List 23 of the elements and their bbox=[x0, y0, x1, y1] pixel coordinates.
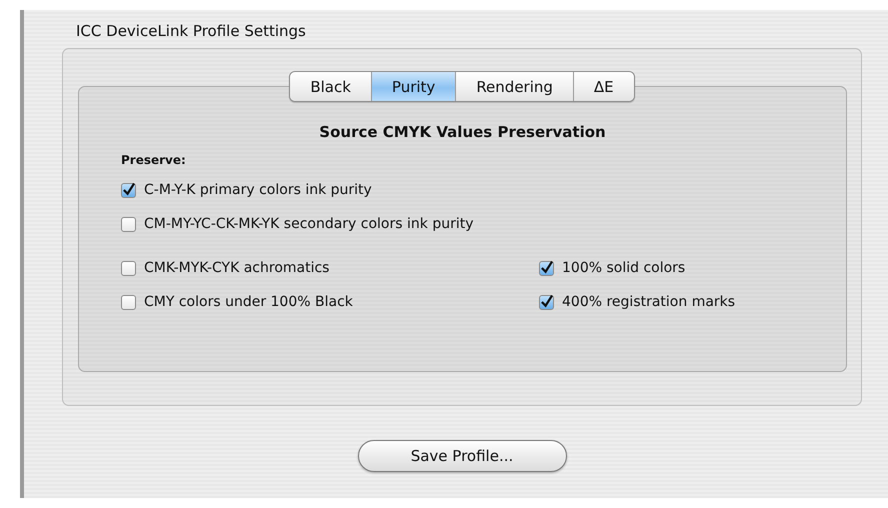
checkmark-icon bbox=[122, 183, 135, 197]
checkmark-icon bbox=[540, 295, 553, 309]
tab[interactable]: Rendering bbox=[455, 72, 573, 101]
tab[interactable]: ΔE bbox=[572, 72, 634, 101]
checkbox-option[interactable]: C-M-Y-K primary colors ink purity bbox=[121, 179, 846, 201]
checkmark-icon bbox=[540, 261, 553, 275]
save-profile-button[interactable]: Save Profile... bbox=[358, 440, 566, 472]
checkbox-option[interactable]: 100% solid colors bbox=[539, 257, 846, 279]
checkbox[interactable] bbox=[121, 260, 136, 276]
section-heading: Source CMYK Values Preservation bbox=[318, 123, 607, 141]
checkbox[interactable] bbox=[539, 294, 554, 310]
checkbox[interactable] bbox=[121, 216, 136, 232]
checkbox[interactable] bbox=[121, 182, 136, 198]
checkbox-option[interactable]: 400% registration marks bbox=[539, 291, 846, 313]
tab[interactable]: Purity bbox=[370, 72, 456, 101]
group-title: ICC DeviceLink Profile Settings bbox=[76, 22, 307, 42]
checkbox-option[interactable]: CM-MY-YC-CK-MK-YK secondary colors ink purity bbox=[121, 213, 846, 235]
checkbox[interactable] bbox=[539, 260, 554, 276]
checkbox-option[interactable]: CMK-MYK-CYK achromatics bbox=[121, 257, 539, 279]
preserve-label: Preserve: bbox=[121, 153, 187, 167]
checkbox[interactable] bbox=[121, 294, 136, 310]
tab[interactable]: Black bbox=[290, 72, 371, 101]
checkbox-option[interactable]: CMY colors under 100% Black bbox=[121, 291, 539, 313]
